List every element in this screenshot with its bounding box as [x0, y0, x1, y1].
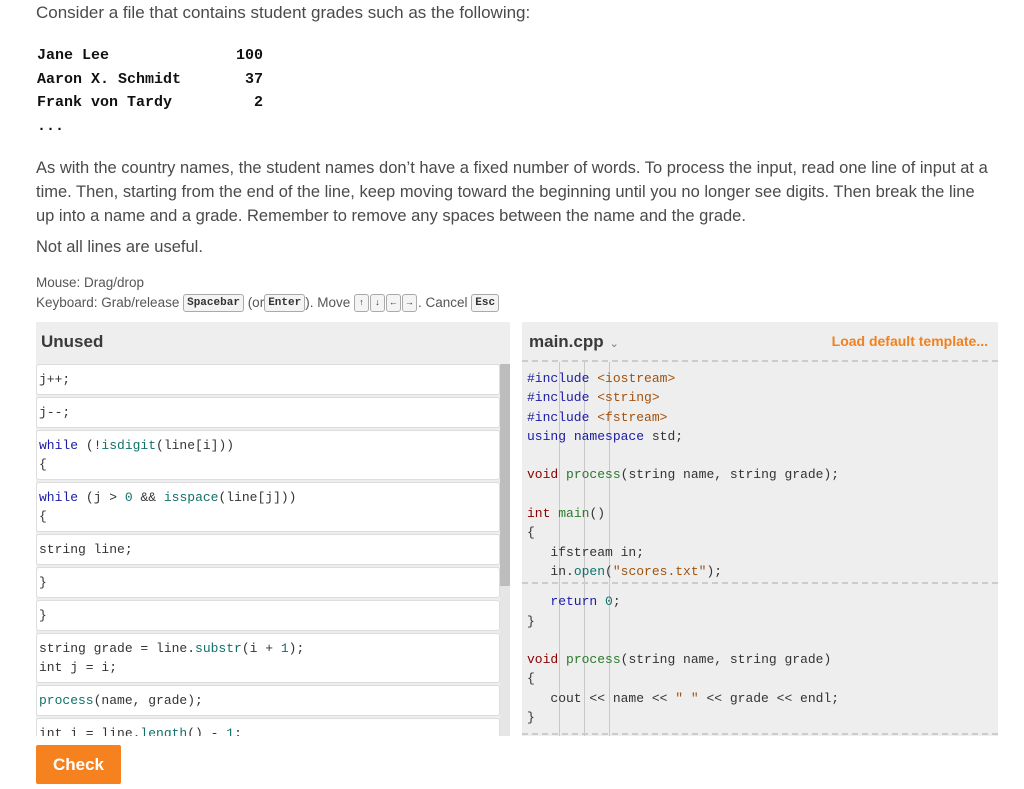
code-line: ifstream in;	[527, 544, 645, 560]
editor-header: main.cpp ⌄ Load default template...	[522, 322, 998, 362]
unused-scrollbar[interactable]	[500, 364, 510, 736]
code-line: using namespace std;	[527, 428, 684, 444]
code-line: #include <iostream>	[527, 371, 676, 386]
unused-blocks-panel: Unused j++; j--; while (!isdigit(line[i]))…	[36, 322, 510, 736]
code-block[interactable]: j--;	[36, 397, 500, 428]
arrow-left-icon: ←	[385, 294, 401, 313]
drop-zone-divider	[522, 733, 998, 735]
code-line: }	[527, 710, 535, 726]
code-line: }	[527, 613, 535, 629]
code-block[interactable]: while (!isdigit(line[i])) {	[36, 430, 500, 480]
check-button[interactable]: Check	[36, 745, 121, 784]
code-block[interactable]: int i = line.length() - 1;	[36, 718, 500, 736]
code-area[interactable]: #include <iostream> #include <string> #inc…	[527, 369, 839, 727]
arrow-down-icon: ↓	[369, 294, 385, 313]
interaction-help: Mouse: Drag/drop Keyboard: Grab/release …	[36, 273, 500, 313]
keyboard-help: Keyboard: Grab/release Spacebar (or Enter…	[36, 293, 500, 313]
sample-row: Jane Lee 100	[37, 47, 263, 64]
key-esc: Esc	[471, 294, 500, 313]
code-block[interactable]: process(name, grade);	[36, 685, 500, 716]
code-block[interactable]: j++;	[36, 364, 500, 395]
sample-row: Frank von Tardy 2	[37, 94, 263, 111]
key-spacebar: Spacebar	[183, 294, 244, 313]
drop-zone-divider	[522, 582, 998, 584]
code-line: #include <fstream>	[527, 409, 668, 425]
sample-row: Aaron X. Schmidt 37	[37, 70, 263, 88]
code-block[interactable]: }	[36, 567, 500, 598]
file-selector[interactable]: main.cpp ⌄	[529, 332, 619, 352]
load-default-template-link[interactable]: Load default template...	[832, 333, 988, 349]
code-editor-panel: main.cpp ⌄ Load default template... #incl…	[522, 322, 998, 736]
code-block[interactable]: string line;	[36, 534, 500, 565]
code-line: return 0;	[550, 594, 621, 610]
scrollbar-thumb[interactable]	[500, 364, 510, 586]
code-line: void process(string name, string grade)	[527, 652, 832, 668]
arrow-up-icon: ↑	[353, 294, 369, 313]
instructions-paragraph: As with the country names, the student n…	[36, 159, 988, 225]
code-line: void process(string name, string grade);	[527, 467, 840, 483]
code-line: {	[527, 671, 535, 687]
sample-ellipsis: ...	[37, 117, 65, 135]
mouse-help: Mouse: Drag/drop	[36, 275, 145, 290]
note-paragraph: Not all lines are useful.	[36, 238, 203, 256]
code-block[interactable]: string grade = line.substr(i + 1); int j…	[36, 633, 500, 683]
intro-text: Consider a file that contains student gr…	[36, 3, 531, 22]
code-line: in.open("scores.txt");	[527, 563, 723, 579]
key-enter: Enter	[264, 294, 306, 313]
code-line: cout << name << " " << grade << endl;	[527, 690, 840, 706]
code-block[interactable]: }	[36, 600, 500, 631]
code-line: int main()	[527, 506, 606, 522]
code-line: {	[527, 525, 535, 541]
chevron-down-icon: ⌄	[609, 338, 619, 350]
arrow-right-icon: →	[401, 294, 417, 313]
unused-block-list: j++; j--; while (!isdigit(line[i])) {while…	[36, 364, 500, 736]
unused-title: Unused	[41, 332, 104, 351]
code-block[interactable]: while (j > 0 && isspace(line[j])) {	[36, 482, 500, 532]
code-line: #include <string>	[527, 390, 660, 406]
sample-grades: Jane Lee 100 Aaron X. Schmidt 37 Frank von…	[37, 44, 263, 138]
